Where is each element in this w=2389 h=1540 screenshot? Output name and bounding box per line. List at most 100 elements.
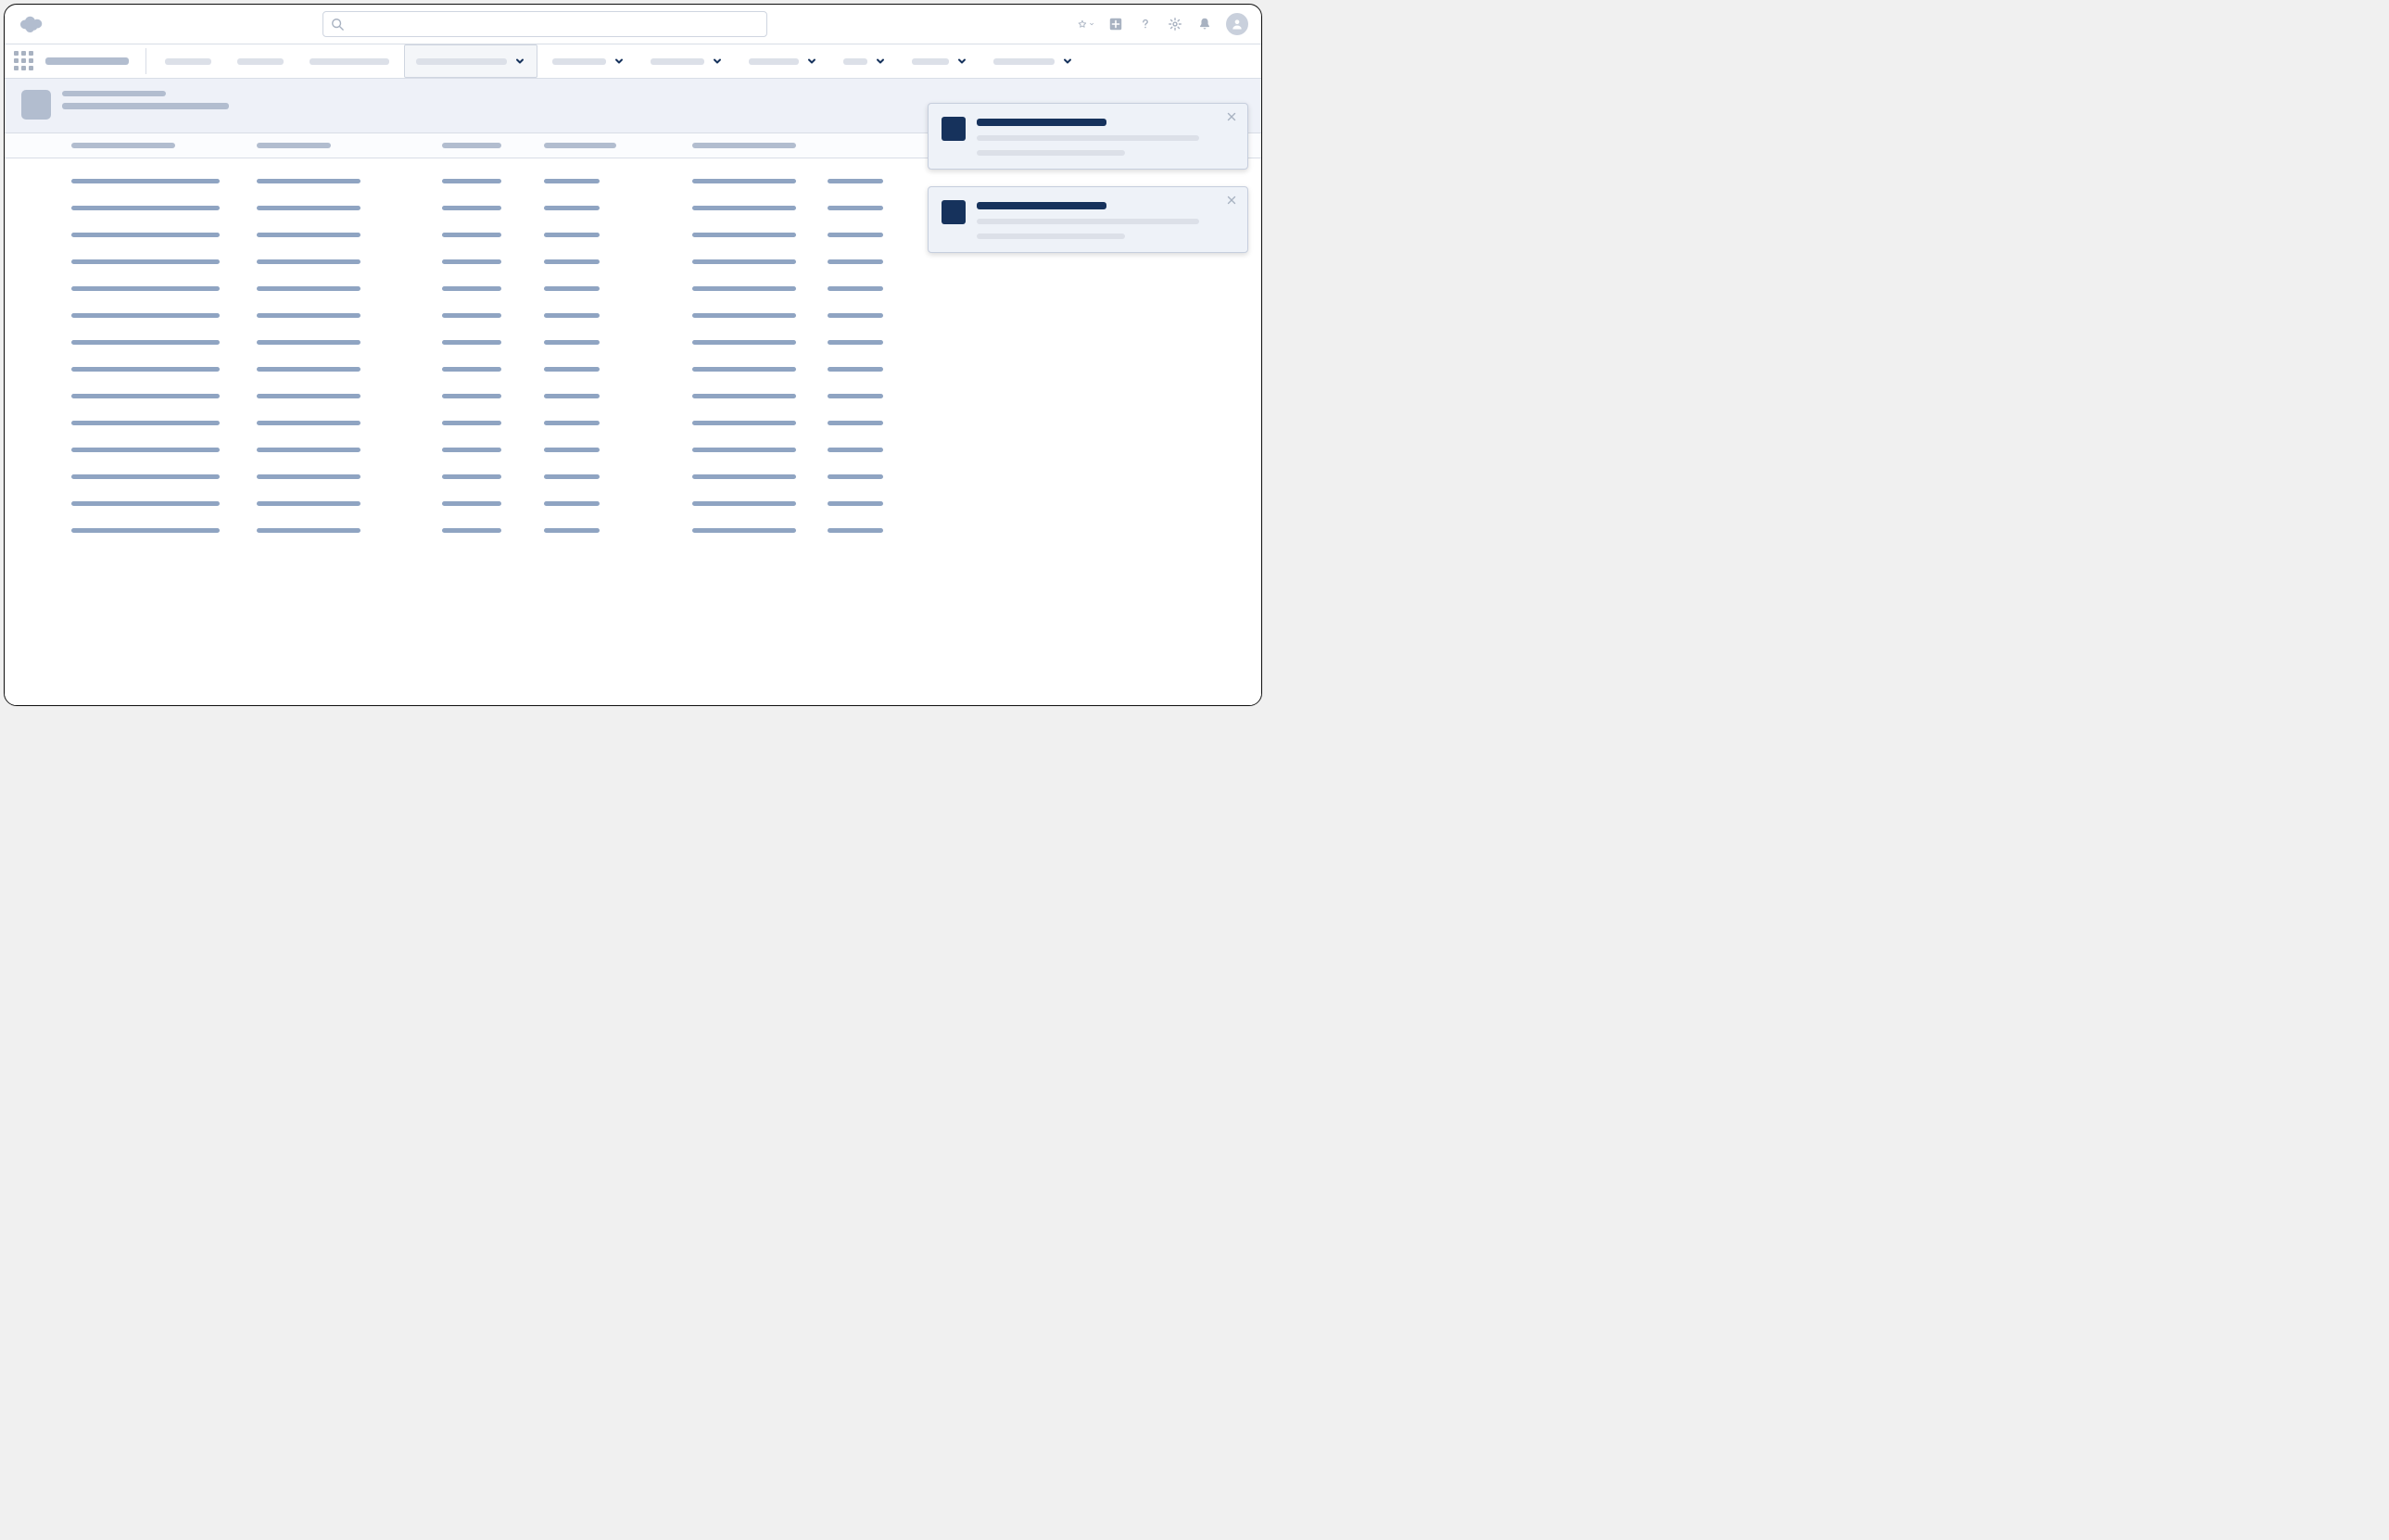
close-icon bbox=[1225, 110, 1238, 123]
col-header-3[interactable] bbox=[544, 143, 616, 148]
table-row[interactable] bbox=[71, 463, 1245, 490]
toast-close-button[interactable] bbox=[1225, 193, 1240, 208]
table-row[interactable] bbox=[71, 517, 1245, 544]
table-row[interactable] bbox=[71, 302, 1245, 329]
nav-tab-7[interactable] bbox=[832, 45, 897, 77]
cell bbox=[692, 179, 796, 183]
cell bbox=[692, 259, 796, 264]
cell bbox=[828, 474, 883, 479]
nav-tab-5[interactable] bbox=[639, 45, 734, 77]
add-button[interactable] bbox=[1107, 16, 1124, 32]
help-button[interactable] bbox=[1137, 16, 1154, 32]
nav-tab-2[interactable] bbox=[298, 45, 400, 77]
cell bbox=[71, 474, 220, 479]
cell bbox=[544, 340, 600, 345]
cell bbox=[257, 448, 360, 452]
toast-notification bbox=[928, 186, 1248, 253]
nav-tab-label bbox=[993, 58, 1055, 65]
cell bbox=[828, 448, 883, 452]
chevron-down-icon[interactable] bbox=[875, 56, 886, 67]
cell bbox=[692, 394, 796, 398]
cell bbox=[442, 286, 501, 291]
nav-tab-0[interactable] bbox=[154, 45, 222, 77]
page-title bbox=[62, 103, 229, 109]
cell bbox=[71, 206, 220, 210]
nav-tabs bbox=[154, 44, 1252, 78]
cell bbox=[692, 474, 796, 479]
nav-tab-1[interactable] bbox=[226, 45, 295, 77]
cell bbox=[692, 206, 796, 210]
cell bbox=[257, 528, 360, 533]
nav-tab-4[interactable] bbox=[541, 45, 636, 77]
col-header-2[interactable] bbox=[442, 143, 501, 148]
app-launcher-button[interactable] bbox=[14, 51, 34, 71]
cell bbox=[544, 206, 600, 210]
table-row[interactable] bbox=[71, 383, 1245, 410]
gear-icon bbox=[1168, 17, 1182, 32]
cell bbox=[257, 340, 360, 345]
chevron-down-icon[interactable] bbox=[712, 56, 723, 67]
favorites-button[interactable] bbox=[1078, 16, 1094, 32]
table-row[interactable] bbox=[71, 436, 1245, 463]
cell bbox=[544, 313, 600, 318]
chevron-down-icon[interactable] bbox=[806, 56, 817, 67]
header-actions bbox=[1078, 13, 1248, 35]
cell bbox=[544, 528, 600, 533]
cell bbox=[71, 367, 220, 372]
table-row[interactable] bbox=[71, 490, 1245, 517]
cell bbox=[71, 179, 220, 183]
nav-tab-label bbox=[237, 58, 284, 65]
chevron-down-icon[interactable] bbox=[613, 56, 625, 67]
nav-separator bbox=[145, 48, 146, 74]
nav-tab-9[interactable] bbox=[982, 45, 1084, 77]
table-row[interactable] bbox=[71, 329, 1245, 356]
toast-stack bbox=[928, 103, 1248, 253]
nav-tab-label bbox=[843, 58, 867, 65]
table-row[interactable] bbox=[71, 410, 1245, 436]
cell bbox=[442, 448, 501, 452]
global-search[interactable] bbox=[322, 11, 767, 37]
table-row[interactable] bbox=[71, 356, 1245, 383]
cell bbox=[442, 528, 501, 533]
cell bbox=[71, 286, 220, 291]
cell bbox=[828, 528, 883, 533]
cell bbox=[692, 233, 796, 237]
cell bbox=[692, 501, 796, 506]
chevron-down-icon[interactable] bbox=[956, 56, 967, 67]
cell bbox=[257, 206, 360, 210]
cell bbox=[692, 528, 796, 533]
cell bbox=[828, 233, 883, 237]
cell bbox=[544, 501, 600, 506]
nav-tab-label bbox=[416, 58, 507, 65]
cell bbox=[692, 340, 796, 345]
cell bbox=[71, 421, 220, 425]
col-header-1[interactable] bbox=[257, 143, 331, 148]
person-icon bbox=[1231, 18, 1244, 31]
nav-tab-8[interactable] bbox=[901, 45, 979, 77]
setup-button[interactable] bbox=[1167, 16, 1183, 32]
cell bbox=[828, 394, 883, 398]
cell bbox=[544, 233, 600, 237]
col-header-4[interactable] bbox=[692, 143, 796, 148]
cell bbox=[442, 259, 501, 264]
notifications-button[interactable] bbox=[1196, 16, 1213, 32]
cell bbox=[692, 367, 796, 372]
cell bbox=[692, 448, 796, 452]
nav-tab-3[interactable] bbox=[404, 44, 537, 78]
cell bbox=[71, 313, 220, 318]
search-input[interactable] bbox=[349, 17, 759, 32]
chevron-down-icon[interactable] bbox=[514, 56, 525, 67]
cell bbox=[71, 448, 220, 452]
table-row[interactable] bbox=[71, 275, 1245, 302]
chevron-down-icon[interactable] bbox=[1062, 56, 1073, 67]
toast-close-button[interactable] bbox=[1225, 109, 1240, 124]
cell bbox=[828, 313, 883, 318]
cell bbox=[442, 421, 501, 425]
cell bbox=[257, 259, 360, 264]
cell bbox=[828, 206, 883, 210]
nav-tab-6[interactable] bbox=[738, 45, 828, 77]
profile-button[interactable] bbox=[1226, 13, 1248, 35]
cell bbox=[544, 448, 600, 452]
cell bbox=[71, 394, 220, 398]
col-header-0[interactable] bbox=[71, 143, 175, 148]
